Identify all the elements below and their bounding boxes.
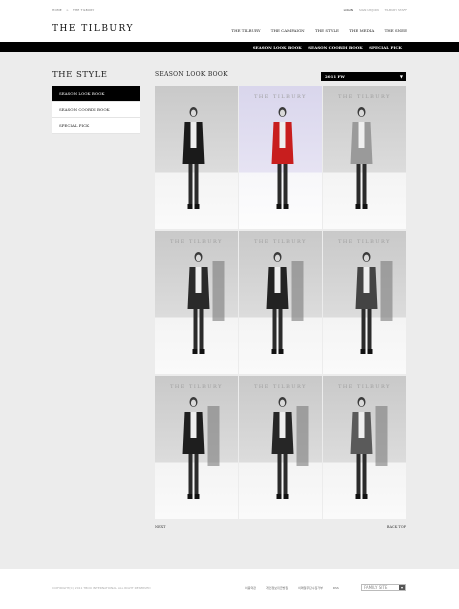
nav-item-the-style[interactable]: THE STYLE	[315, 28, 339, 33]
model-figure	[350, 107, 373, 209]
lookbook-photo[interactable]: THE TILBURY	[239, 86, 322, 229]
caret-down-icon: ▼	[399, 74, 403, 79]
footer-link-terms[interactable]: 이용약관	[245, 586, 256, 590]
subnav-item-special-pick[interactable]: SPECIAL PICK	[369, 45, 402, 50]
back-top-link[interactable]: BACK TOP	[387, 525, 406, 529]
staff-link[interactable]: TILBURY STAFF	[385, 8, 407, 12]
season-select[interactable]: 2011 FW ▼	[321, 72, 406, 81]
model-figure	[266, 252, 304, 354]
lookbook-photo[interactable]: THE TILBURY	[155, 231, 238, 374]
main-nav: THE TILBURY THE CAMPAIGN THE STYLE THE M…	[222, 28, 407, 33]
lookbook-photo[interactable]: THE TILBURY	[323, 231, 406, 374]
family-site-label: FAMILY SITE	[364, 585, 388, 590]
nav-item-the-media[interactable]: THE MEDIA	[349, 28, 374, 33]
lookbook-photo[interactable]: THE TILBURY	[239, 231, 322, 374]
model-figure	[182, 107, 205, 209]
footer: COPYRIGHT(C) 2011 TBOO INTERNATIONAL ALL…	[0, 569, 459, 609]
footer-link-rss[interactable]: RSS	[333, 586, 339, 590]
sidebar-title: THE STYLE	[52, 70, 108, 80]
model-figure	[182, 397, 220, 499]
model-figure	[355, 252, 393, 354]
model-figure	[350, 397, 388, 499]
footer-links: 이용약관 개인정보취급방침 이메일무단수집거부 RSS	[245, 586, 348, 590]
footer-link-privacy[interactable]: 개인정보취급방침	[266, 586, 288, 590]
lookbook-photo[interactable]	[155, 86, 238, 229]
nav-item-the-tilbury[interactable]: THE TILBURY	[231, 28, 260, 33]
page-title: SEASON LOOK BOOK	[155, 71, 228, 78]
breadcrumb-separator: >	[66, 8, 69, 12]
lookbook-photo[interactable]: THE TILBURY	[323, 86, 406, 229]
site-logo[interactable]: THE TILBURY	[52, 24, 134, 34]
footer-link-email-policy[interactable]: 이메일무단수집거부	[298, 586, 323, 590]
nav-item-the-campaign[interactable]: THE CAMPAIGN	[271, 28, 305, 33]
model-figure	[271, 397, 309, 499]
sub-nav: SEASON LOOK BOOK SEASON COORDI BOOK SPEC…	[0, 42, 459, 52]
breadcrumb: HOME > THE TILBURY	[52, 8, 97, 12]
sidebar-item-special-pick[interactable]: SPECIAL PICK	[52, 118, 140, 134]
lookbook-photo[interactable]: THE TILBURY	[323, 376, 406, 519]
breadcrumb-current[interactable]: THE TILBURY	[73, 8, 95, 12]
utility-links: LOGIN SIGN UP/JOIN TILBURY STAFF	[339, 8, 407, 12]
subnav-item-season-coordi-book[interactable]: SEASON COORDI BOOK	[308, 45, 363, 50]
family-site-select[interactable]: FAMILY SITE ▾	[361, 584, 406, 591]
sidebar-item-season-coordi-book[interactable]: SEASON COORDI BOOK	[52, 102, 140, 118]
chevron-down-icon: ▾	[399, 585, 405, 590]
subnav-item-season-look-book[interactable]: SEASON LOOK BOOK	[253, 45, 302, 50]
header: HOME > THE TILBURY LOGIN SIGN UP/JOIN TI…	[0, 0, 459, 42]
season-select-value: 2011 FW	[325, 74, 345, 79]
signup-link[interactable]: SIGN UP/JOIN	[359, 8, 379, 12]
breadcrumb-home[interactable]: HOME	[52, 8, 62, 12]
next-link[interactable]: NEXT	[155, 525, 165, 529]
model-figure	[187, 252, 225, 354]
nav-item-the-snee[interactable]: THE SNEE	[385, 28, 407, 33]
copyright-text: COPYRIGHT(C) 2011 TBOO INTERNATIONAL ALL…	[52, 586, 151, 590]
lookbook-photo[interactable]: THE TILBURY	[239, 376, 322, 519]
model-figure	[271, 107, 294, 209]
login-link[interactable]: LOGIN	[344, 8, 353, 12]
sidebar-menu: SEASON LOOK BOOK SEASON COORDI BOOK SPEC…	[52, 86, 140, 134]
lookbook-photo[interactable]: THE TILBURY	[155, 376, 238, 519]
sidebar-item-season-look-book[interactable]: SEASON LOOK BOOK	[52, 86, 140, 102]
lookbook-grid: THE TILBURY THE TILBURY THE TILBURY THE TIL…	[155, 86, 406, 519]
